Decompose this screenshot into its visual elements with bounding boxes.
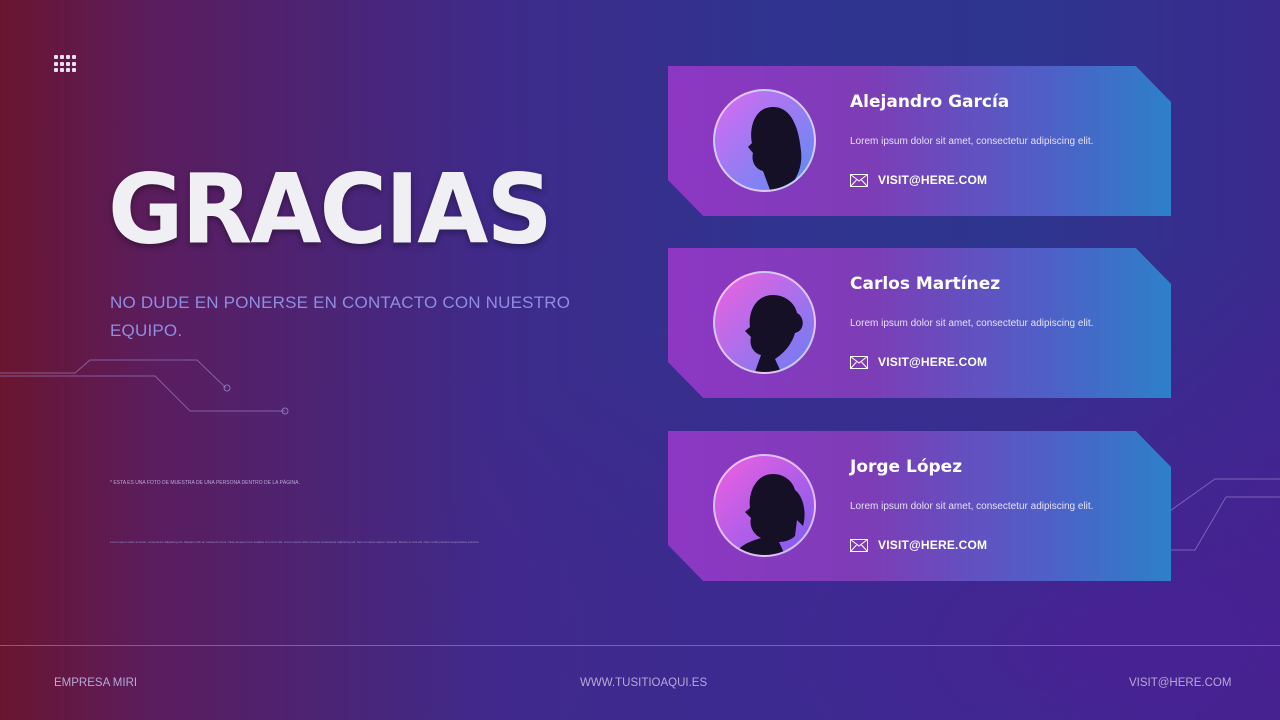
contact-email[interactable]: VISIT@HERE.COM [850,537,987,553]
body-text: Lorem ipsum dolor sit amet, consectetur … [110,540,480,544]
envelope-icon [850,355,868,369]
envelope-icon [850,538,868,552]
contact-email[interactable]: VISIT@HERE.COM [850,172,987,188]
contact-card: Jorge López Lorem ipsum dolor sit amet, … [668,431,1171,581]
contact-card: Carlos Martínez Lorem ipsum dolor sit am… [668,248,1171,398]
photo-note: * ESTA ES UNA FOTO DE MUESTRA DE UNA PER… [110,480,300,486]
footer-company: EMPRESA MIRI [54,677,138,689]
contact-description: Lorem ipsum dolor sit amet, consectetur … [850,501,1094,512]
contact-name: Jorge López [850,457,963,477]
envelope-icon [850,173,868,187]
avatar [713,454,816,557]
contact-description: Lorem ipsum dolor sit amet, consectetur … [850,136,1094,147]
avatar [713,89,816,192]
contact-name: Alejandro García [850,92,1010,112]
email-text: VISIT@HERE.COM [878,538,988,552]
person-silhouette-icon [745,295,803,372]
footer-website[interactable]: WWW.TUSITIOAQUI.ES [580,677,707,689]
email-text: VISIT@HERE.COM [878,173,988,187]
contact-email[interactable]: VISIT@HERE.COM [850,354,987,370]
page-subtitle: NO DUDE EN PONERSE EN CONTACTO CON NUEST… [110,293,571,340]
contact-description: Lorem ipsum dolor sit amet, consectetur … [850,318,1094,329]
contact-card: Alejandro García Lorem ipsum dolor sit a… [668,66,1171,216]
contact-name: Carlos Martínez [850,274,1001,294]
person-silhouette-icon [735,474,805,555]
footer-email[interactable]: VISIT@HERE.COM [1129,677,1231,689]
email-text: VISIT@HERE.COM [878,355,988,369]
footer-divider [0,645,1280,646]
page-title: GRACIAS [108,153,553,266]
person-silhouette-icon [748,107,802,190]
avatar [713,271,816,374]
